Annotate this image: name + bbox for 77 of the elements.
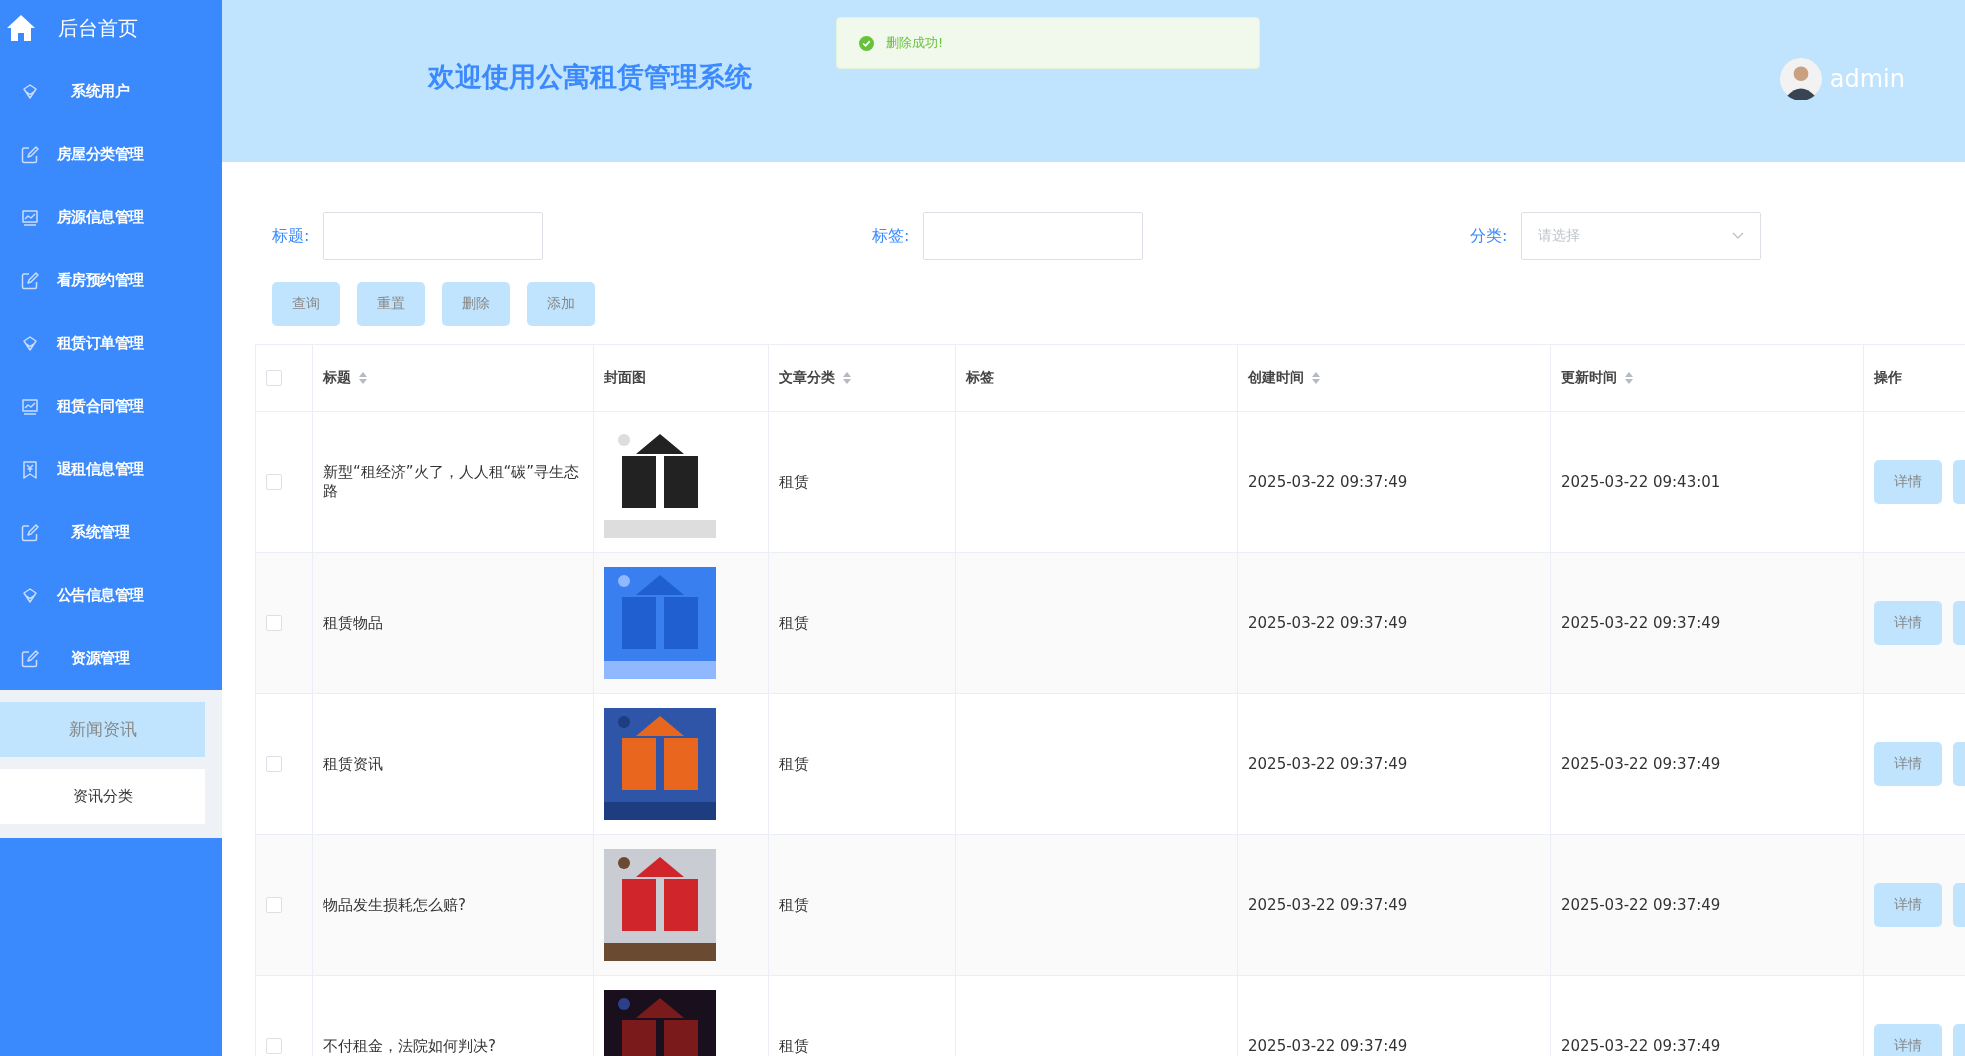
check-icon bbox=[859, 35, 874, 51]
sort-icon[interactable] bbox=[1312, 372, 1320, 384]
table-cell: 租赁物品 bbox=[312, 552, 594, 694]
input-field[interactable] bbox=[323, 212, 544, 260]
sort-icon[interactable] bbox=[359, 372, 367, 384]
input-field[interactable] bbox=[923, 212, 1144, 260]
sidebar-item[interactable]: 房源信息管理 bbox=[0, 186, 222, 249]
table-cell: 2025-03-22 09:37:49 bbox=[1237, 834, 1551, 976]
column-header[interactable]: 创建时间 bbox=[1237, 344, 1551, 412]
sidebar-item[interactable]: 系统管理 bbox=[0, 501, 222, 564]
checkbox[interactable] bbox=[266, 756, 282, 772]
checkbox[interactable] bbox=[266, 370, 282, 386]
sidebar-item[interactable]: 房屋分类管理 bbox=[0, 123, 222, 186]
submenu-item[interactable]: 资讯分类 bbox=[0, 769, 205, 824]
checkbox[interactable] bbox=[266, 1038, 282, 1054]
sidebar-item[interactable]: 公告信息管理 bbox=[0, 564, 222, 627]
table-cell: 租赁 bbox=[768, 411, 956, 553]
select-field[interactable]: 请选择 bbox=[1521, 212, 1762, 260]
column-header: 标签 bbox=[955, 344, 1238, 412]
toast-message: 删除成功! bbox=[886, 34, 944, 52]
sidebar-item[interactable]: 系统用户 bbox=[0, 60, 222, 123]
sidebar-item[interactable]: 后台首页 bbox=[0, 0, 222, 56]
sort-icon[interactable] bbox=[1625, 372, 1633, 384]
checkbox[interactable] bbox=[266, 615, 282, 631]
diamond-icon bbox=[20, 333, 40, 354]
diamond-icon bbox=[20, 81, 40, 102]
table-cell: 2025-03-22 09:37:49 bbox=[1550, 693, 1864, 835]
table-cell: 租赁 bbox=[768, 834, 956, 976]
filter-label: 标签: bbox=[872, 225, 910, 247]
column-header[interactable]: 文章分类 bbox=[768, 344, 956, 412]
table-cell: 租赁 bbox=[768, 693, 956, 835]
table-cell: 物品发生损耗怎么赔? bbox=[312, 834, 594, 976]
edit-icon bbox=[20, 270, 40, 291]
sidebar-item[interactable]: 资源管理 bbox=[0, 627, 222, 690]
filter-label: 分类: bbox=[1470, 225, 1508, 247]
table-cell: 2025-03-22 09:37:49 bbox=[1237, 552, 1551, 694]
column-header[interactable]: 更新时间 bbox=[1550, 344, 1864, 412]
action-button[interactable]: 删除 bbox=[442, 282, 510, 326]
sidebar-item[interactable]: 退租信息管理 bbox=[0, 438, 222, 501]
action-button[interactable]: 查询 bbox=[272, 282, 340, 326]
table-cell: 2025-03-22 09:37:49 bbox=[1237, 411, 1551, 553]
filter-label: 标题: bbox=[272, 225, 310, 247]
table-cell: 租赁资讯 bbox=[312, 693, 594, 835]
column-header[interactable]: 标题 bbox=[312, 344, 594, 412]
sidebar-item[interactable]: 租赁订单管理 bbox=[0, 312, 222, 375]
edit-icon bbox=[20, 522, 40, 543]
action-button[interactable]: 添加 bbox=[527, 282, 595, 326]
table-cell: 2025-03-22 09:37:49 bbox=[1550, 834, 1864, 976]
checkbox[interactable] bbox=[266, 897, 282, 913]
column-header: 操作 bbox=[1863, 344, 1965, 412]
home-icon bbox=[6, 14, 36, 42]
chart-icon bbox=[20, 207, 40, 228]
sort-icon[interactable] bbox=[843, 372, 851, 384]
avatar[interactable] bbox=[1779, 58, 1822, 100]
diamond-icon bbox=[20, 585, 40, 606]
submenu-item[interactable]: 新闻资讯 bbox=[0, 702, 205, 757]
edit-icon bbox=[20, 144, 40, 165]
edit-icon bbox=[20, 648, 40, 669]
sidebar-item[interactable]: 租赁合同管理 bbox=[0, 375, 222, 438]
receipt-icon bbox=[20, 459, 40, 480]
table-cell: 2025-03-22 09:37:49 bbox=[1237, 693, 1551, 835]
detail-button[interactable]: 详情 bbox=[1874, 742, 1942, 786]
page-title: 欢迎使用公寓租赁管理系统 bbox=[428, 60, 753, 94]
detail-button[interactable]: 详情 bbox=[1874, 460, 1942, 504]
detail-button[interactable]: 详情 bbox=[1874, 1024, 1942, 1056]
table-cell: 租赁 bbox=[768, 552, 956, 694]
table-cell: 2025-03-22 09:43:01 bbox=[1550, 411, 1864, 553]
table-cell: 2025-03-22 09:37:49 bbox=[1550, 552, 1864, 694]
sidebar-item[interactable]: 看房预约管理 bbox=[0, 249, 222, 312]
chevron-down-icon bbox=[1732, 232, 1745, 240]
table-cell: 新型“租经济”火了，人人租“碳”寻生态路 bbox=[312, 411, 594, 553]
detail-button[interactable]: 详情 bbox=[1874, 601, 1942, 645]
detail-button[interactable]: 详情 bbox=[1874, 883, 1942, 927]
action-button[interactable]: 重置 bbox=[357, 282, 425, 326]
column-header: 封面图 bbox=[593, 344, 769, 412]
checkbox[interactable] bbox=[266, 474, 282, 490]
chart-icon bbox=[20, 396, 40, 417]
